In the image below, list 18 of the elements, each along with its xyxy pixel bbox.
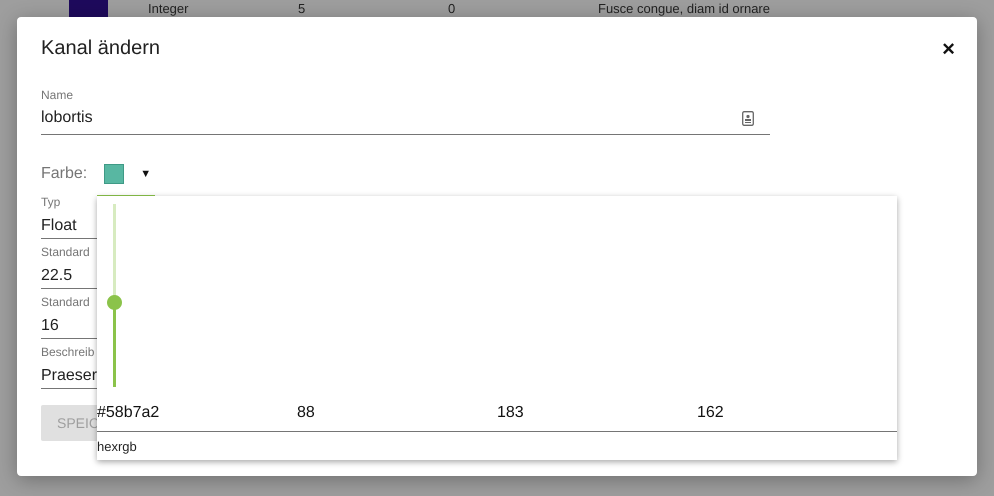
table-cell-text: Integer: [148, 1, 190, 16]
hue-slider[interactable]: [107, 204, 122, 387]
dialog-title: Kanal ändern: [41, 37, 160, 60]
color-swatch: [69, 0, 108, 17]
color-value: 162: [697, 404, 725, 422]
mode-label[interactable]: hexrgb: [97, 431, 897, 454]
color-value: 88: [297, 404, 316, 422]
color-label: Farbe:: [41, 165, 88, 183]
contact-card-icon[interactable]: [742, 110, 754, 126]
close-button[interactable]: ×: [942, 38, 955, 60]
color-swatch[interactable]: [104, 164, 124, 184]
slider-thumb[interactable]: [107, 294, 122, 310]
color-value: 183: [497, 404, 525, 422]
table-cell-text: 0: [448, 1, 456, 16]
table-cell-text: 5: [298, 1, 306, 16]
name-field[interactable]: Name lobortis: [41, 88, 770, 135]
table-cell-text: Fusce congue, diam id ornare: [598, 1, 771, 16]
caret-icon[interactable]: ▼: [140, 168, 152, 180]
